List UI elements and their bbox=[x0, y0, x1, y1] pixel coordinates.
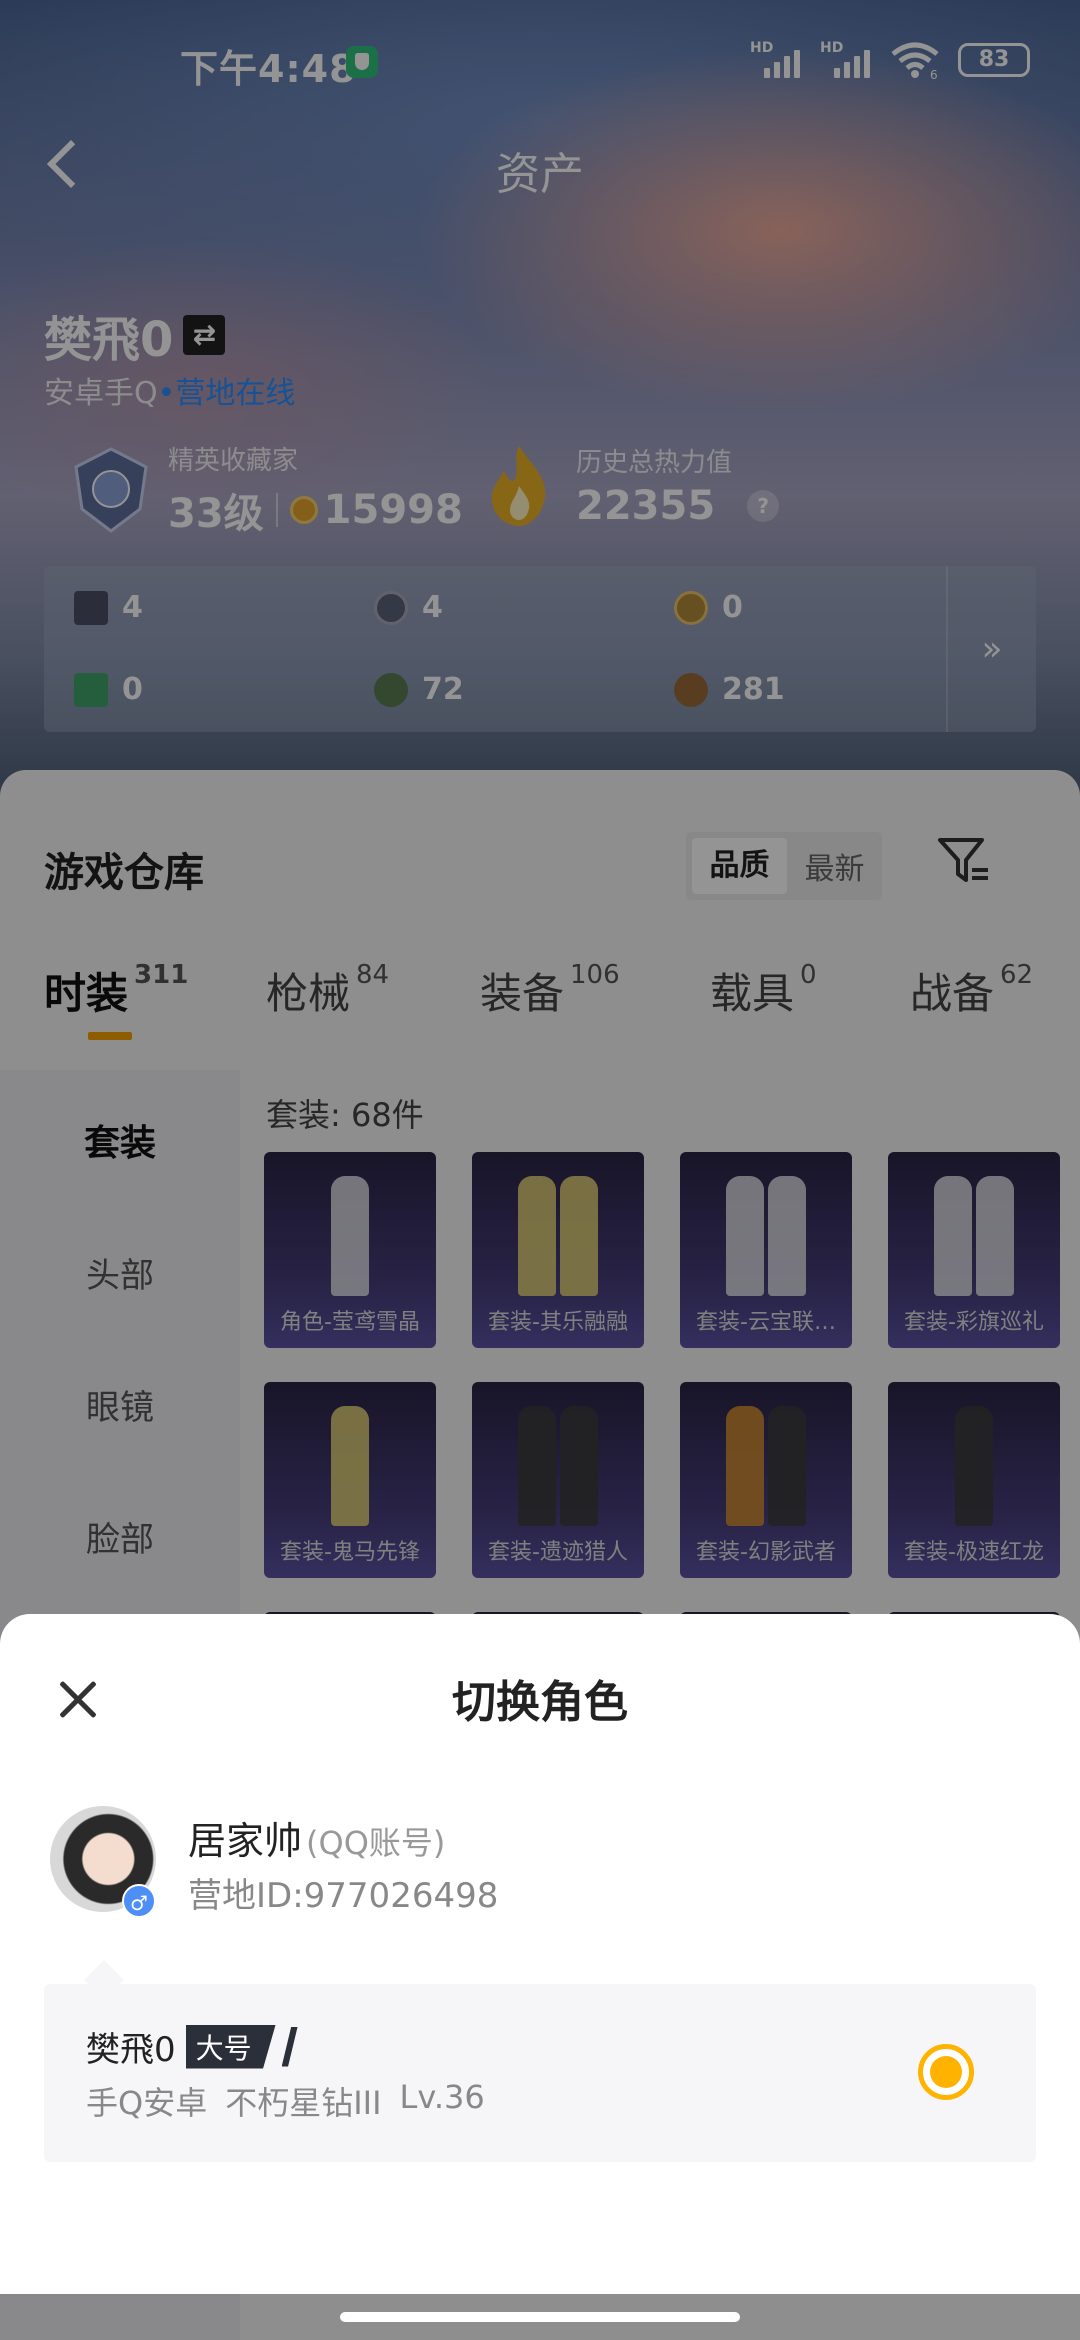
role-name: 樊飛0 大号 bbox=[86, 2022, 298, 2071]
sheet-title: 切换角色 bbox=[452, 1677, 628, 1728]
selected-radio[interactable] bbox=[918, 2044, 974, 2100]
camp-id: 营地ID:977026498 bbox=[188, 1876, 499, 1916]
account-name-text: 居家帅 bbox=[188, 1819, 303, 1863]
male-icon: ♂ bbox=[122, 1884, 156, 1918]
role-platform: 手Q安卓 bbox=[86, 2084, 208, 2122]
home-indicator[interactable] bbox=[340, 2312, 740, 2322]
role-level: Lv.36 bbox=[399, 2078, 485, 2116]
role-rank: 不朽星钻III bbox=[225, 2084, 382, 2122]
role-name-text: 樊飛0 bbox=[86, 2030, 176, 2070]
account-name: 居家帅 (QQ账号) bbox=[188, 1810, 445, 1865]
switch-role-sheet: 切换角色 ♂ 居家帅 (QQ账号) 营地ID:977026498 樊飛0 大号 手… bbox=[0, 1614, 1080, 2294]
main-account-label: 大号 bbox=[185, 2024, 276, 2069]
account-info: ♂ 居家帅 (QQ账号) 营地ID:977026498 bbox=[50, 1806, 1030, 1926]
role-details: 手Q安卓 不朽星钻III Lv.36 bbox=[86, 2078, 485, 2124]
role-option[interactable]: 樊飛0 大号 手Q安卓 不朽星钻III Lv.36 bbox=[44, 1984, 1036, 2162]
account-type: (QQ账号) bbox=[306, 1824, 446, 1862]
main-account-badge: 大号 bbox=[185, 2024, 298, 2069]
